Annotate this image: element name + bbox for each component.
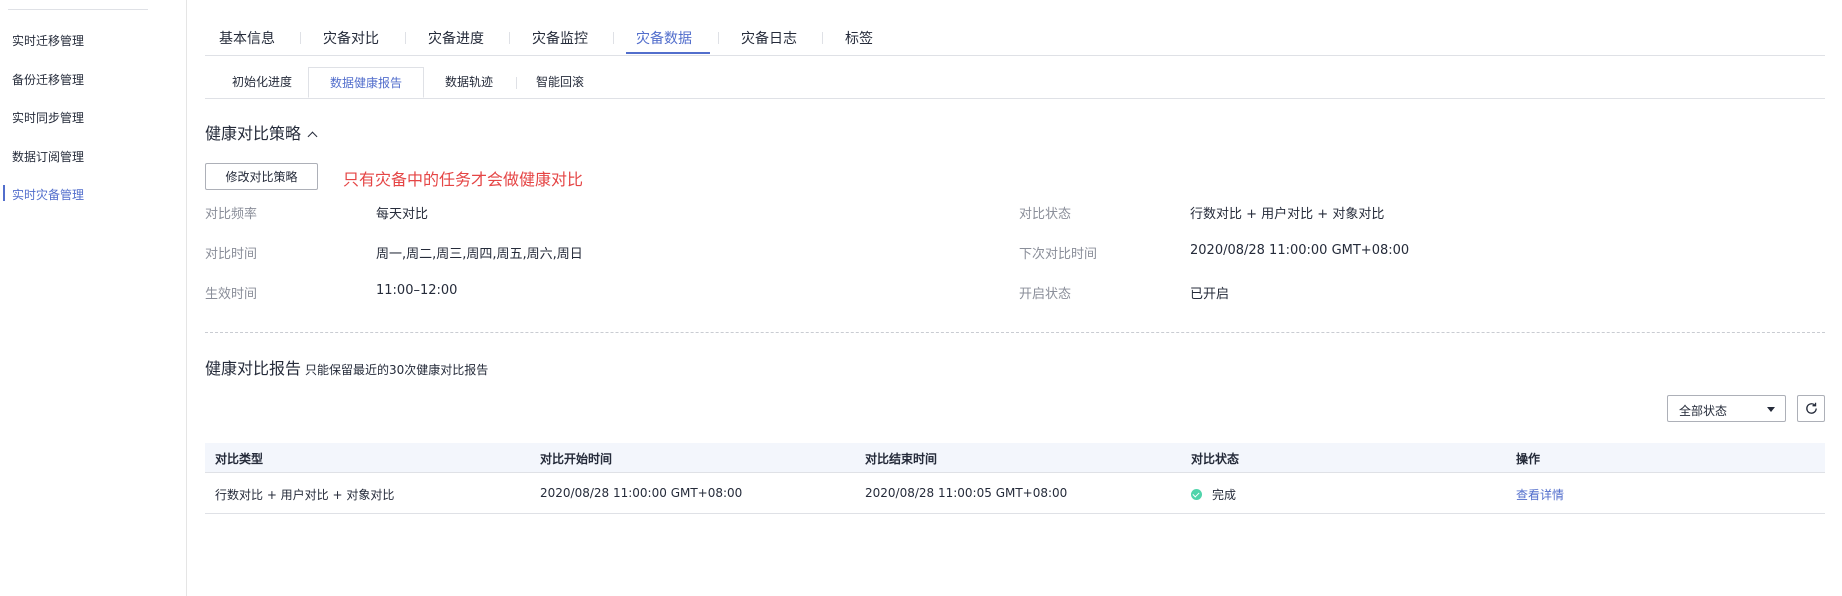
edit-strategy-button[interactable]: 修改对比策略: [205, 163, 318, 190]
status-filter-select[interactable]: 全部状态: [1667, 395, 1786, 422]
tab-dr-monitor[interactable]: 灾备监控: [532, 28, 588, 48]
section-divider: [205, 332, 1825, 333]
cell-end-time: 2020/08/28 11:00:05 GMT+08:00: [865, 486, 1068, 500]
column-header-start-time[interactable]: 对比开始时间: [540, 450, 612, 467]
sidebar: 实时迁移管理 备份迁移管理 实时同步管理 数据订阅管理 实时灾备管理: [0, 0, 187, 596]
caret-down-icon: [1767, 407, 1775, 412]
table-row: 行数对比 + 用户对比 + 对象对比 2020/08/28 11:00:00 G…: [205, 472, 1825, 514]
field-value-frequency: 每天对比: [376, 207, 429, 222]
sidebar-divider: [8, 9, 148, 10]
tab-separator: [509, 32, 510, 44]
subtab-health-report[interactable]: 数据健康报告: [308, 67, 424, 98]
tab-separator: [405, 32, 406, 44]
tab-separator: [613, 32, 614, 44]
cell-start-time: 2020/08/28 11:00:00 GMT+08:00: [540, 486, 743, 500]
tab-separator: [300, 32, 301, 44]
sidebar-item-realtime-sync[interactable]: 实时同步管理: [12, 109, 84, 126]
sidebar-active-indicator: [3, 185, 5, 201]
tab-separator: [516, 77, 517, 89]
field-value-effective-time: 11:00–12:00: [376, 283, 458, 298]
primary-tabs: 基本信息 灾备对比 灾备进度 灾备监控 灾备数据 灾备日志 标签: [205, 28, 1825, 56]
field-value-enabled-status: 已开启: [1190, 287, 1230, 302]
column-header-action: 操作: [1516, 452, 1541, 466]
tab-separator: [718, 32, 719, 44]
cell-status: 完成: [1191, 486, 1236, 503]
field-label-frequency: 对比频率: [205, 207, 258, 222]
field-value-next-compare-time: 2020/08/28 11:00:00 GMT+08:00: [1190, 243, 1410, 258]
tab-separator: [822, 32, 823, 44]
cell-type: 行数对比 + 用户对比 + 对象对比: [215, 488, 395, 502]
column-header-status[interactable]: 对比状态: [1191, 450, 1239, 467]
column-header-type[interactable]: 对比类型: [215, 450, 263, 467]
view-details-link[interactable]: 查看详情: [1516, 486, 1564, 503]
field-value-time: 周一,周二,周三,周四,周五,周六,周日: [376, 247, 583, 262]
column-header-end-time[interactable]: 对比结束时间: [865, 450, 937, 467]
tab-dr-data[interactable]: 灾备数据: [636, 28, 692, 48]
field-label-enabled-status: 开启状态: [1019, 287, 1072, 302]
sidebar-item-realtime-migration[interactable]: 实时迁移管理: [12, 32, 84, 49]
tab-dr-log[interactable]: 灾备日志: [741, 28, 797, 48]
refresh-icon: [1806, 402, 1817, 414]
secondary-tabs: 初始化进度 数据健康报告 数据轨迹 智能回滚: [205, 67, 1825, 99]
report-note: 只能保留最近的30次健康对比报告: [305, 363, 489, 377]
success-check-icon: [1191, 489, 1202, 500]
tab-dr-progress[interactable]: 灾备进度: [428, 28, 484, 48]
chevron-up-icon[interactable]: [307, 131, 318, 142]
subtab-smart-rollback[interactable]: 智能回滚: [532, 67, 588, 98]
status-text: 完成: [1212, 488, 1237, 502]
subtab-data-trace[interactable]: 数据轨迹: [441, 67, 497, 98]
report-section-title: 健康对比报告 只能保留最近的30次健康对比报告: [205, 355, 488, 379]
strategy-section-title[interactable]: 健康对比策略: [205, 120, 318, 144]
tab-tags[interactable]: 标签: [845, 28, 873, 48]
subtab-init-progress[interactable]: 初始化进度: [227, 67, 297, 98]
strategy-warning: 只有灾备中的任务才会做健康对比: [343, 170, 584, 189]
report-title: 健康对比报告: [205, 359, 302, 378]
sidebar-item-data-subscription[interactable]: 数据订阅管理: [12, 148, 84, 165]
sidebar-item-backup-migration[interactable]: 备份迁移管理: [12, 71, 84, 88]
table-header: 对比类型 对比开始时间 对比结束时间 对比状态 操作: [205, 443, 1825, 473]
strategy-title-text: 健康对比策略: [205, 124, 302, 143]
field-label-time: 对比时间: [205, 247, 258, 262]
field-label-compare-status: 对比状态: [1019, 207, 1072, 222]
active-tab-underline: [626, 52, 710, 54]
tab-basic-info[interactable]: 基本信息: [219, 28, 275, 48]
tab-dr-compare[interactable]: 灾备对比: [323, 28, 379, 48]
field-label-next-compare-time: 下次对比时间: [1019, 247, 1098, 262]
field-value-compare-status: 行数对比 + 用户对比 + 对象对比: [1190, 207, 1385, 222]
refresh-button[interactable]: [1797, 395, 1825, 422]
field-label-effective-time: 生效时间: [205, 287, 258, 302]
status-filter-value: 全部状态: [1679, 404, 1728, 418]
sidebar-item-disaster-recovery[interactable]: 实时灾备管理: [12, 186, 84, 203]
